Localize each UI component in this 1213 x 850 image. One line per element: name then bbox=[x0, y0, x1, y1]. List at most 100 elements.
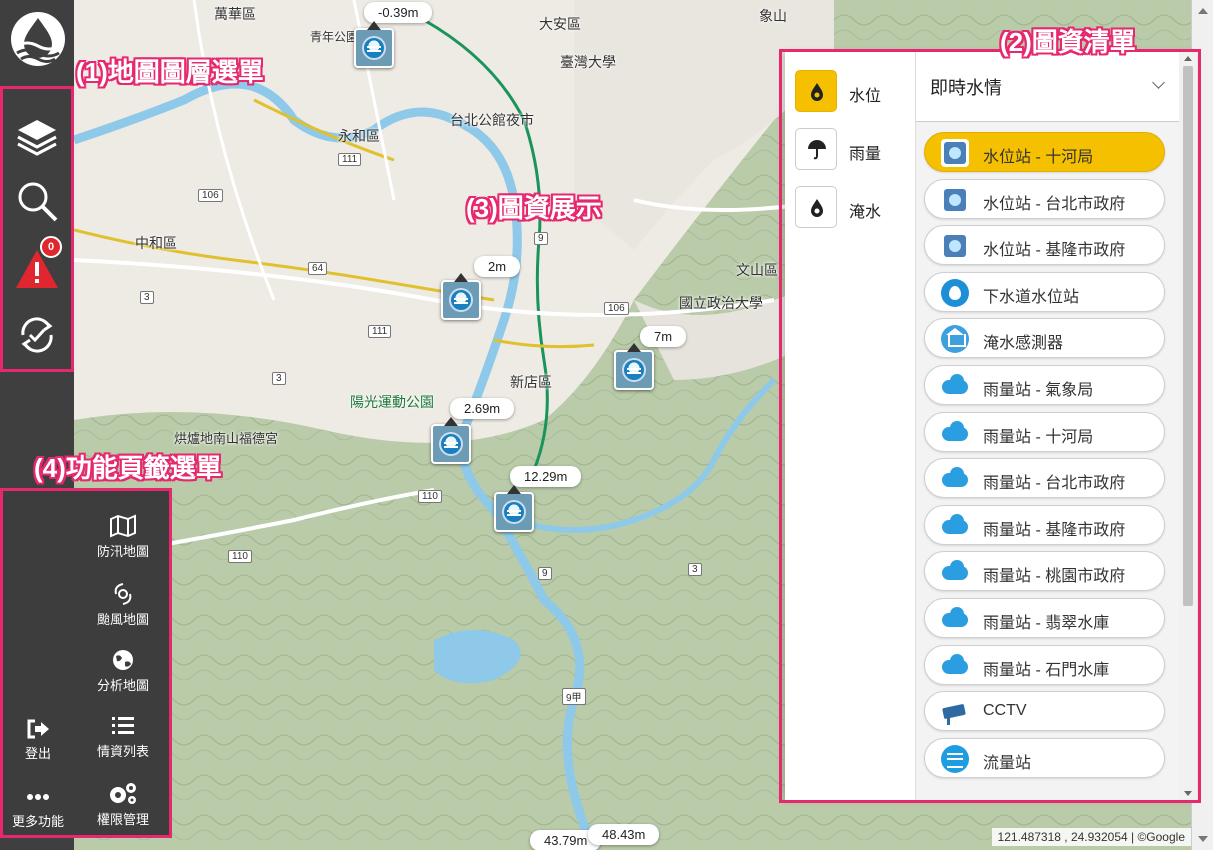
place-label: 青年公園 bbox=[310, 30, 359, 44]
flood-drop-icon bbox=[795, 186, 837, 228]
water-station-marker[interactable] bbox=[614, 343, 654, 390]
category-label: 淹水 bbox=[849, 204, 882, 221]
panel-scrollbar[interactable] bbox=[1179, 52, 1197, 800]
layers-button[interactable] bbox=[14, 114, 60, 160]
annotation-info-list: (2)圖資清單 bbox=[1000, 27, 1136, 57]
layer-label: 雨量站 - 十河局 bbox=[983, 428, 1094, 446]
water-station-marker[interactable] bbox=[354, 21, 394, 68]
category-label: 雨量 bbox=[849, 146, 882, 163]
layer-item[interactable]: 水位站 - 十河局 bbox=[924, 132, 1165, 172]
place-label: 大安區 bbox=[539, 16, 581, 32]
permission-tab[interactable]: 權限管理 bbox=[83, 780, 163, 828]
rain-station-icon bbox=[941, 465, 969, 494]
layer-label: 淹水感測器 bbox=[983, 335, 1064, 353]
road-badge: 110 bbox=[228, 550, 252, 563]
place-label: 文山區 bbox=[736, 262, 778, 278]
place-label: 國立政治大學 bbox=[679, 295, 763, 311]
layer-label: 雨量站 - 石門水庫 bbox=[983, 661, 1110, 679]
road-badge: 3 bbox=[688, 563, 702, 576]
layer-item[interactable]: 雨量站 - 十河局 bbox=[924, 411, 1165, 452]
logout-tab[interactable]: 登出 bbox=[0, 718, 78, 762]
map-icon bbox=[110, 514, 136, 538]
flood-map-tab[interactable]: 防汛地圖 bbox=[83, 514, 163, 560]
rain-station-icon bbox=[941, 418, 969, 447]
water-level-label: 2.69m bbox=[450, 398, 515, 419]
layer-item[interactable]: CCTV bbox=[924, 691, 1165, 732]
analysis-map-tab[interactable]: 分析地圖 bbox=[83, 648, 163, 694]
road-badge: 9甲 bbox=[562, 688, 586, 705]
layer-label: 雨量站 - 台北市政府 bbox=[983, 475, 1126, 493]
search-button[interactable] bbox=[14, 178, 60, 224]
umbrella-icon bbox=[795, 128, 837, 170]
road-badge: 111 bbox=[338, 153, 362, 166]
sync-button[interactable] bbox=[14, 312, 60, 358]
annotation-info-display: (3)圖資展示 bbox=[466, 193, 602, 223]
scroll-thumb[interactable] bbox=[1183, 66, 1193, 606]
layer-item[interactable]: 雨量站 - 氣象局 bbox=[924, 365, 1165, 405]
road-badge: 111 bbox=[368, 325, 392, 338]
road-badge: 3 bbox=[272, 372, 286, 385]
water-station-icon bbox=[362, 36, 386, 60]
search-icon bbox=[18, 182, 58, 222]
layer-label: 雨量站 - 桃園市政府 bbox=[983, 568, 1126, 586]
layer-item[interactable]: 下水道水位站 bbox=[924, 271, 1165, 312]
layer-item[interactable]: 水位站 - 台北市政府 bbox=[924, 178, 1165, 219]
water-station-icon bbox=[941, 139, 969, 167]
tab-label: 颱風地圖 bbox=[96, 612, 149, 627]
flood-sensor-icon bbox=[941, 325, 969, 354]
scroll-up-icon[interactable] bbox=[1198, 8, 1208, 14]
layer-item[interactable]: 雨量站 - 翡翠水庫 bbox=[924, 598, 1165, 638]
info-list-panel: 水位 雨量 淹水 即時水情 水位站 - 十河局水位站 - 台北市政府水位站 - … bbox=[785, 52, 1197, 800]
water-station-marker[interactable] bbox=[441, 273, 481, 320]
layer-item[interactable]: 雨量站 - 基隆市政府 bbox=[924, 504, 1165, 545]
info-list-tab[interactable]: 情資列表 bbox=[83, 714, 163, 760]
chevron-down-icon bbox=[1152, 76, 1165, 89]
road-badge: 64 bbox=[308, 262, 328, 275]
sewer-station-icon bbox=[941, 278, 969, 307]
category-flood[interactable]: 淹水 bbox=[795, 186, 907, 230]
place-label: 象山 bbox=[759, 8, 787, 24]
layer-item[interactable]: 雨量站 - 台北市政府 bbox=[924, 458, 1165, 499]
category-water-level[interactable]: 水位 bbox=[795, 70, 907, 114]
water-station-marker[interactable] bbox=[494, 485, 534, 532]
typhoon-icon bbox=[114, 583, 132, 605]
road-badge: 106 bbox=[198, 189, 223, 202]
water-level-label: 48.43m bbox=[588, 824, 660, 845]
category-label: 水位 bbox=[849, 88, 882, 105]
layer-item[interactable]: 流量站 bbox=[924, 737, 1165, 778]
app-logo[interactable] bbox=[11, 12, 65, 66]
layer-label: CCTV bbox=[983, 702, 1027, 720]
place-label: 烘爐地南山福德宮 bbox=[174, 431, 279, 446]
category-rainfall[interactable]: 雨量 bbox=[795, 128, 907, 172]
dropdown-title: 即時水情 bbox=[930, 78, 1002, 98]
road-badge: 3 bbox=[140, 291, 154, 304]
tab-label: 權限管理 bbox=[96, 812, 149, 827]
scroll-down-icon[interactable] bbox=[1184, 791, 1192, 796]
tab-label: 情資列表 bbox=[96, 744, 149, 759]
layer-item[interactable]: 雨量站 - 桃園市政府 bbox=[924, 551, 1165, 592]
layer-label: 水位站 - 十河局 bbox=[983, 149, 1094, 166]
layer-item[interactable]: 水位站 - 基隆市政府 bbox=[924, 225, 1165, 266]
water-station-marker[interactable] bbox=[431, 417, 471, 464]
cctv-icon bbox=[941, 698, 969, 727]
scroll-up-icon[interactable] bbox=[1184, 56, 1192, 61]
water-station-icon bbox=[439, 432, 463, 456]
place-label: 臺灣大學 bbox=[560, 54, 616, 70]
globe-icon bbox=[113, 650, 133, 670]
layer-item[interactable]: 淹水感測器 bbox=[924, 318, 1165, 359]
annotation-layer-menu: (1)地圖圖層選單 bbox=[76, 57, 264, 87]
typhoon-map-tab[interactable]: 颱風地圖 bbox=[83, 582, 163, 628]
scroll-down-icon[interactable] bbox=[1198, 836, 1208, 842]
layer-label: 雨量站 - 基隆市政府 bbox=[983, 521, 1126, 539]
layer-group-dropdown[interactable]: 即時水情 bbox=[916, 52, 1179, 122]
more-tab[interactable]: 更多功能 bbox=[0, 786, 78, 830]
layer-label: 水位站 - 基隆市政府 bbox=[983, 242, 1126, 260]
map-coordinates: 121.487318 , 24.932054 | ©Google bbox=[991, 828, 1191, 846]
annotation-feature-tabs: (4)功能頁籤選單 bbox=[34, 453, 222, 483]
rain-station-icon bbox=[941, 558, 969, 587]
layer-item[interactable]: 雨量站 - 石門水庫 bbox=[924, 644, 1165, 685]
tab-label: 登出 bbox=[24, 746, 51, 761]
rain-station-icon bbox=[941, 372, 969, 400]
layer-list-column: 即時水情 水位站 - 十河局水位站 - 台北市政府水位站 - 基隆市政府下水道水… bbox=[916, 52, 1179, 800]
logout-icon bbox=[27, 719, 49, 739]
